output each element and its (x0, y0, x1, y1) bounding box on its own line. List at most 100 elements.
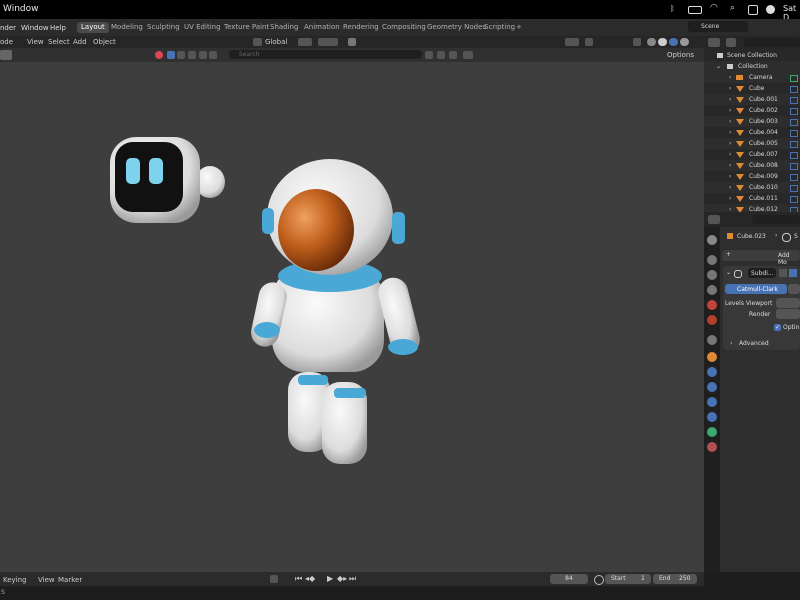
outliner-item[interactable]: › Cube.004 (704, 127, 800, 138)
chevron-right-icon[interactable]: › (729, 138, 731, 149)
chevron-right-icon[interactable]: › (729, 127, 731, 138)
filter-icon[interactable] (425, 51, 433, 59)
physics-tab-icon[interactable] (707, 397, 717, 407)
menu-view[interactable]: View (27, 38, 44, 46)
shading-wireframe-icon[interactable] (647, 38, 656, 46)
end-frame-field[interactable]: End 250 (653, 574, 697, 584)
menu-render[interactable]: nder (0, 24, 16, 32)
scene-selector[interactable]: Scene (688, 21, 748, 32)
outliner-item[interactable]: › Cube.001 (704, 94, 800, 105)
modifier-icon[interactable] (790, 196, 798, 203)
keying-dropdown[interactable]: Keying (3, 576, 27, 584)
edit-mode-toggle-icon[interactable] (779, 269, 787, 277)
particles-tab-icon[interactable] (707, 382, 717, 392)
next-keyframe-icon[interactable]: ◆▸ (337, 574, 347, 583)
menu-select[interactable]: Select (48, 38, 70, 46)
object-tab-icon[interactable] (707, 352, 717, 362)
overlay-icon[interactable] (585, 38, 593, 46)
options-dropdown[interactable]: Options (667, 51, 694, 59)
data-tab-icon[interactable] (707, 427, 717, 437)
chevron-down-icon[interactable]: ⌄ (726, 269, 731, 276)
tab-uv-editing[interactable]: UV Editing (180, 22, 225, 33)
jump-start-icon[interactable]: ⏮ (295, 574, 302, 584)
chevron-right-icon[interactable]: › (729, 116, 731, 127)
outliner-scene-collection[interactable]: Scene Collection (704, 50, 800, 61)
xray-icon[interactable] (633, 38, 641, 46)
modifier-icon[interactable] (790, 152, 798, 159)
advanced-subpanel[interactable]: Advanced (739, 340, 769, 347)
optimal-display-checkbox[interactable]: ✓ (774, 324, 781, 331)
outliner-item[interactable]: › Cube.005 (704, 138, 800, 149)
output-tab-icon[interactable] (707, 270, 717, 280)
menu-object[interactable]: Object (93, 38, 116, 46)
viewport-search-input[interactable]: Search (229, 50, 422, 59)
add-modifier-button[interactable]: + Add Mo (722, 250, 800, 266)
toolbar-toggle-icon[interactable] (0, 50, 12, 60)
modifier-tab-icon[interactable] (707, 367, 717, 377)
3d-viewport[interactable] (0, 62, 704, 572)
orientation-icon[interactable] (253, 38, 262, 46)
view-layer-tab-icon[interactable] (707, 285, 717, 295)
select-box-icon[interactable] (167, 51, 175, 59)
render-levels-field[interactable] (776, 309, 800, 319)
chevron-right-icon[interactable]: › (729, 105, 731, 116)
collection-tab-icon[interactable] (707, 335, 717, 345)
start-frame-field[interactable]: Start 1 (605, 574, 651, 584)
tab-animation[interactable]: Animation (300, 22, 344, 33)
modifier-icon[interactable] (790, 86, 798, 93)
transform-orientation[interactable]: Global (265, 38, 287, 46)
tab-modeling[interactable]: Modeling (107, 22, 147, 33)
chevron-right-icon[interactable]: › (729, 182, 731, 193)
tool-tab-icon[interactable] (707, 235, 717, 245)
shading-material-icon[interactable] (669, 38, 678, 46)
search-icon[interactable]: ⌕ (730, 3, 739, 13)
chevron-right-icon[interactable]: › (729, 171, 731, 182)
snap-icon[interactable] (318, 38, 338, 46)
wifi-icon[interactable]: ◠ (710, 3, 719, 13)
pivot-icon[interactable] (298, 38, 312, 46)
catmull-clark-button[interactable]: Catmull-Clark (725, 284, 787, 294)
camera-data-icon[interactable] (790, 75, 798, 82)
shading-solid-icon[interactable] (658, 38, 667, 46)
play-icon[interactable]: ▶ (327, 574, 333, 583)
modifier-icon[interactable] (790, 108, 798, 115)
app-menu-window[interactable]: Window (3, 4, 39, 14)
outliner-item[interactable]: › Camera (704, 72, 800, 83)
clock-icon[interactable] (594, 575, 604, 585)
modifier-icon[interactable] (790, 119, 798, 126)
chevron-right-icon[interactable]: › (729, 193, 731, 204)
simple-button[interactable] (788, 284, 800, 294)
menu-help[interactable]: Help (50, 24, 66, 32)
timeline-view-menu[interactable]: View (38, 576, 55, 584)
add-workspace-button[interactable]: + (512, 22, 526, 33)
world-tab-icon[interactable] (707, 315, 717, 325)
chevron-right-icon[interactable]: › (729, 94, 731, 105)
menu-add[interactable]: Add (73, 38, 87, 46)
select-intersect-icon[interactable] (209, 51, 217, 59)
tab-rendering[interactable]: Rendering (339, 22, 383, 33)
proportional-edit-icon[interactable] (348, 38, 356, 46)
prev-keyframe-icon[interactable]: ◂◆ (305, 574, 315, 583)
chevron-right-icon[interactable]: › (729, 83, 731, 94)
outliner-item[interactable]: › Cube.002 (704, 105, 800, 116)
editor-type-icon[interactable] (708, 38, 720, 47)
user-icon[interactable] (766, 5, 775, 14)
battery-icon[interactable] (688, 6, 702, 14)
outliner-item[interactable]: › Cube (704, 83, 800, 94)
current-frame-field[interactable]: 84 (550, 574, 588, 584)
outliner-item[interactable]: › Cube.009 (704, 171, 800, 182)
constraints-tab-icon[interactable] (707, 412, 717, 422)
outliner-item[interactable]: › Cube.008 (704, 160, 800, 171)
mode-dropdown[interactable]: ode (0, 38, 13, 46)
collapse-icon[interactable] (449, 51, 457, 59)
color-wheel-icon[interactable] (155, 51, 163, 59)
timeline-marker-menu[interactable]: Marker (58, 576, 82, 584)
chevron-right-icon[interactable]: › (729, 160, 731, 171)
outliner-item[interactable]: › Cube.003 (704, 116, 800, 127)
bluetooth-icon[interactable]: ᛒ (670, 4, 679, 13)
jump-end-icon[interactable]: ⏭ (349, 574, 356, 584)
modifier-icon[interactable] (790, 185, 798, 192)
outliner-item[interactable]: › Cube.007 (704, 149, 800, 160)
outliner-search-input[interactable] (744, 38, 800, 47)
modifier-icon[interactable] (790, 141, 798, 148)
